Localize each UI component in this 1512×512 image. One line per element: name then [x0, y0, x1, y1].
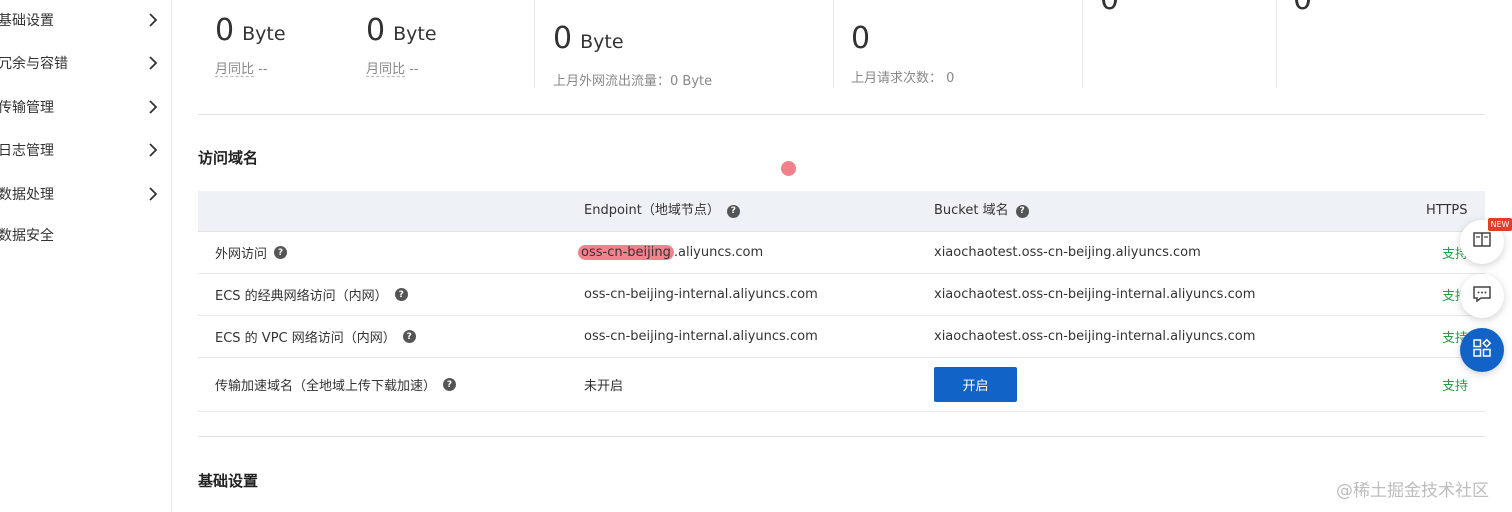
- section-title-basic-settings: 基础设置: [198, 472, 259, 490]
- stat-value: 0: [1293, 0, 1312, 17]
- help-icon[interactable]: ?: [274, 246, 288, 259]
- table-row: 传输加速域名（全地域上传下载加速） ? 未开启 开启 支持: [198, 358, 1485, 412]
- endpoint-rest: .aliyuncs.com: [673, 245, 764, 260]
- sidebar-item-label: 数据处理: [0, 187, 54, 203]
- row-endpoint: oss-cn-beijing-internal.aliyuncs.com: [584, 329, 818, 344]
- row-endpoint: 未开启: [584, 379, 624, 394]
- header-label: Bucket 域名: [934, 203, 1009, 218]
- help-icon[interactable]: ?: [402, 330, 416, 343]
- row-name-label: 外网访问: [215, 247, 268, 262]
- table-row: ECS 的经典网络访问（内网） ? oss-cn-beijing-interna…: [198, 274, 1485, 316]
- row-name: ECS 的 VPC 网络访问（内网） ?: [215, 316, 416, 357]
- row-name: 外网访问 ?: [215, 232, 288, 273]
- stat-sub: 上月外网流出流量：0 Byte: [553, 74, 713, 89]
- sidebar-item-label: 传输管理: [0, 100, 54, 116]
- section-title-domains: 访问域名: [198, 149, 259, 167]
- row-action: 开启: [934, 358, 1017, 411]
- chat-icon: [1472, 285, 1492, 307]
- feedback-float-button[interactable]: [1460, 274, 1504, 318]
- header-label: Endpoint（地域节点）: [584, 203, 720, 218]
- stat-value: 0: [366, 13, 386, 48]
- row-name: ECS 的经典网络访问（内网） ?: [215, 274, 408, 315]
- help-icon[interactable]: ?: [726, 204, 740, 218]
- sidebar-item-label: 数据安全: [0, 228, 54, 244]
- enable-acceleration-button[interactable]: 开启: [934, 367, 1017, 402]
- stat-unit: Byte: [580, 31, 624, 53]
- row-bucket: xiaochaotest.oss-cn-beijing-internal.ali…: [934, 329, 1256, 344]
- chevron-right-icon: [140, 7, 166, 33]
- sidebar-item-data-processing[interactable]: 数据处理: [0, 179, 166, 209]
- divider: [198, 436, 1485, 437]
- table-row: ECS 的 VPC 网络访问（内网） ? oss-cn-beijing-inte…: [198, 316, 1485, 358]
- sidebar-item-label: 冗余与容错: [0, 56, 68, 72]
- divider: [1276, 0, 1277, 88]
- table-header: Endpoint（地域节点） ? Bucket 域名 ? HTTPS: [198, 191, 1485, 232]
- help-icon[interactable]: ?: [1015, 204, 1029, 218]
- apps-float-button[interactable]: [1460, 328, 1504, 372]
- row-name-label: 传输加速域名（全地域上传下载加速）: [215, 379, 437, 394]
- endpoint-highlight: oss-cn-beijing: [578, 245, 674, 260]
- row-name-label: ECS 的经典网络访问（内网）: [215, 289, 388, 304]
- sidebar-item-logs[interactable]: 日志管理: [0, 135, 166, 165]
- divider: [198, 114, 1485, 115]
- stat-value: 0: [553, 21, 573, 56]
- row-bucket: xiaochaotest.oss-cn-beijing-internal.ali…: [934, 287, 1256, 302]
- new-badge: NEW: [1488, 218, 1512, 231]
- book-icon: [1472, 231, 1492, 253]
- mom-label[interactable]: 月同比: [366, 62, 405, 77]
- divider: [833, 0, 834, 88]
- row-https: 支持: [1442, 379, 1469, 394]
- row-endpoint: oss-cn-beijing-internal.aliyuncs.com: [584, 287, 818, 302]
- sidebar-item-label: 基础设置: [0, 13, 54, 29]
- stat-unit: Byte: [242, 23, 286, 45]
- header-bucket: Bucket 域名 ?: [934, 191, 1029, 231]
- row-name-label: ECS 的 VPC 网络访问（内网）: [215, 331, 396, 346]
- apps-grid-icon: [1472, 338, 1492, 362]
- sidebar-item-data-security[interactable]: 数据安全: [0, 220, 166, 250]
- chevron-right-icon: [140, 137, 166, 163]
- mom-value: --: [409, 62, 419, 77]
- row-endpoint: oss-cn-beijing .aliyuncs.com: [578, 232, 763, 273]
- mom-label[interactable]: 月同比: [215, 62, 254, 77]
- sidebar-item-label: 日志管理: [0, 143, 54, 159]
- watermark: @稀土掘金技术社区: [1336, 481, 1489, 501]
- domains-table: Endpoint（地域节点） ? Bucket 域名 ? HTTPS 外网访问 …: [198, 191, 1485, 412]
- table-row: 外网访问 ? oss-cn-beijing .aliyuncs.com xiaoc…: [198, 232, 1485, 274]
- help-icon[interactable]: ?: [394, 288, 408, 301]
- sidebar-item-transfer[interactable]: 传输管理: [0, 92, 166, 122]
- stat-value: 0: [851, 21, 871, 56]
- stat-storage-2: 0 Byte 月同比 --: [366, 13, 437, 77]
- stat-sub: 上月请求次数： 0: [851, 71, 955, 86]
- stat-storage-1: 0 Byte 月同比 --: [215, 13, 286, 77]
- sidebar-item-basic-settings[interactable]: 基础设置: [0, 5, 166, 35]
- stat-requests: 0 上月请求次数： 0: [851, 21, 954, 86]
- sidebar-item-redundancy[interactable]: 冗余与容错: [0, 48, 166, 78]
- row-bucket: xiaochaotest.oss-cn-beijing.aliyuncs.com: [934, 245, 1201, 260]
- row-name: 传输加速域名（全地域上传下载加速） ?: [215, 358, 457, 411]
- stat-6: 0: [1293, 0, 1312, 18]
- stat-value: 0: [215, 13, 235, 48]
- chevron-right-icon: [140, 50, 166, 76]
- sidebar: 基础设置 冗余与容错 传输管理 日志管理 数据处理 数据安全: [0, 0, 172, 512]
- header-endpoint: Endpoint（地域节点） ?: [584, 191, 740, 231]
- stat-unit: Byte: [393, 23, 437, 45]
- stat-outbound-traffic: 0 Byte 上月外网流出流量：0 Byte: [553, 21, 712, 89]
- help-icon[interactable]: ?: [443, 378, 457, 391]
- divider: [534, 0, 535, 88]
- chevron-right-icon: [140, 94, 166, 120]
- stat-value: 0: [1100, 0, 1119, 17]
- stat-5: 0: [1100, 0, 1119, 18]
- chevron-right-icon: [140, 181, 166, 207]
- header-https: HTTPS: [1426, 203, 1468, 218]
- divider: [1082, 0, 1083, 88]
- cursor-dot: [781, 161, 796, 176]
- mom-value: --: [258, 62, 268, 77]
